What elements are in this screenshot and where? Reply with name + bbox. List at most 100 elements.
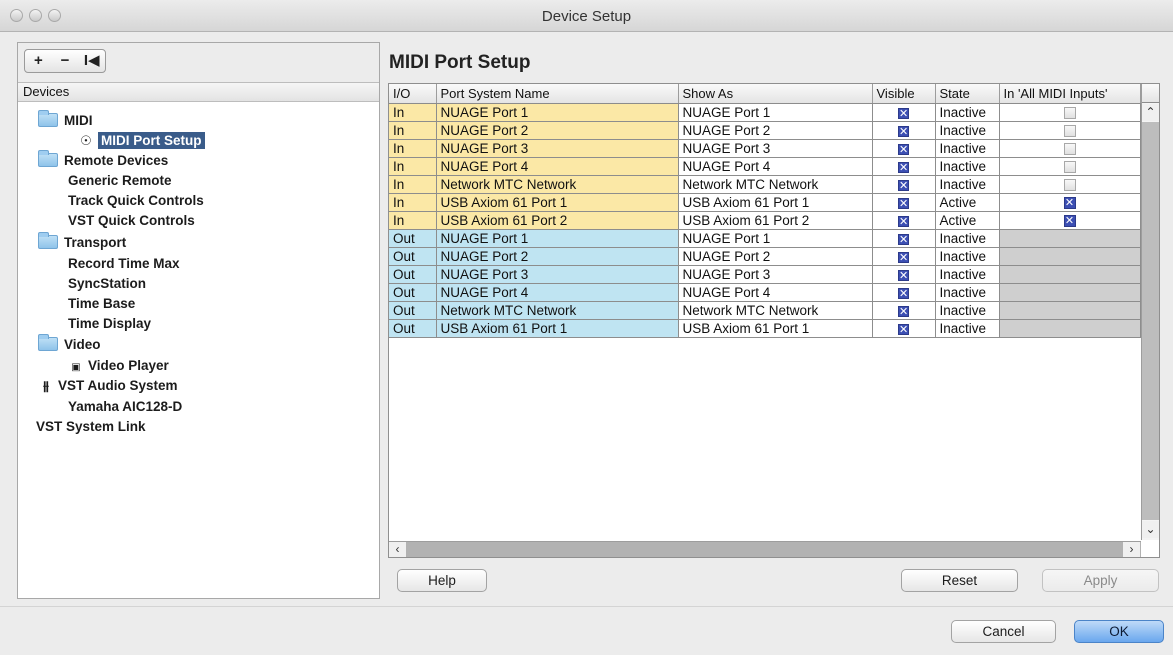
visible-checkbox[interactable]: ✕ <box>898 287 909 299</box>
tree-item-vst-system-link[interactable]: VST System Link <box>36 417 146 437</box>
visible-checkbox[interactable]: ✕ <box>898 215 909 227</box>
all-midi-inputs-cell <box>999 175 1141 194</box>
scroll-left-icon[interactable]: ‹ <box>389 542 406 557</box>
io-cell: Out <box>389 247 437 266</box>
tree-item-yamaha-aic128-d[interactable]: Yamaha AIC128-D <box>68 397 182 417</box>
tree-item-transport[interactable]: Transport <box>38 232 126 253</box>
show-as-cell[interactable]: USB Axiom 61 Port 2 <box>678 211 873 230</box>
all-midi-inputs-checkbox[interactable] <box>1063 160 1076 173</box>
devices-header[interactable]: Devices <box>18 83 379 102</box>
visible-checkbox[interactable]: ✕ <box>898 179 909 191</box>
tree-item-midi[interactable]: MIDI <box>38 110 93 131</box>
io-cell: In <box>389 157 437 176</box>
column-header-state[interactable]: State <box>935 84 1000 104</box>
device-toolbar-group: + − I◀ <box>24 49 106 73</box>
show-as-cell[interactable]: USB Axiom 61 Port 1 <box>678 193 873 212</box>
all-midi-inputs-cell <box>999 121 1141 140</box>
state-cell: Inactive <box>935 139 1000 158</box>
show-as-cell[interactable]: NUAGE Port 1 <box>678 103 873 122</box>
tree-item-generic-remote[interactable]: Generic Remote <box>68 171 172 191</box>
table-row[interactable]: Out NUAGE Port 1 NUAGE Port 1 ✕ Inactive <box>389 229 1141 248</box>
tree-item-time-display[interactable]: Time Display <box>68 314 151 334</box>
tree-item-midi-port-setup[interactable]: ☉ MIDI Port Setup <box>78 131 205 151</box>
vertical-scrollbar[interactable]: ⌃ ⌄ <box>1141 84 1159 540</box>
visible-cell: ✕ <box>872 121 936 140</box>
apply-button[interactable]: Apply <box>1042 569 1159 592</box>
port-system-name-cell: USB Axiom 61 Port 1 <box>436 319 679 338</box>
tree-item-label: Generic Remote <box>68 173 172 188</box>
table-row[interactable]: Out NUAGE Port 3 NUAGE Port 3 ✕ Inactive <box>389 265 1141 284</box>
show-as-cell[interactable]: NUAGE Port 4 <box>678 157 873 176</box>
add-device-button[interactable]: + <box>25 50 52 72</box>
scroll-up-icon[interactable]: ⌃ <box>1142 104 1159 121</box>
scroll-down-icon[interactable]: ⌄ <box>1142 521 1159 538</box>
table-row[interactable]: In NUAGE Port 3 NUAGE Port 3 ✕ Inactive <box>389 139 1141 158</box>
all-midi-inputs-checkbox[interactable] <box>1063 124 1076 137</box>
show-as-cell[interactable]: NUAGE Port 3 <box>678 265 873 284</box>
all-midi-inputs-checkbox[interactable] <box>1063 142 1076 155</box>
show-as-cell[interactable]: NUAGE Port 2 <box>678 247 873 266</box>
horizontal-scrollbar[interactable]: ‹ › <box>389 541 1141 557</box>
visible-checkbox[interactable]: ✕ <box>898 125 909 137</box>
column-header-all-midi-inputs[interactable]: In 'All MIDI Inputs' <box>999 84 1141 104</box>
table-row[interactable]: In USB Axiom 61 Port 2 USB Axiom 61 Port 2… <box>389 211 1141 230</box>
visible-checkbox[interactable]: ✕ <box>898 323 909 335</box>
all-midi-inputs-cell <box>999 301 1141 320</box>
tree-item-remote-devices[interactable]: Remote Devices <box>38 150 168 171</box>
visible-checkbox[interactable]: ✕ <box>898 233 909 245</box>
help-button[interactable]: Help <box>397 569 487 592</box>
visible-checkbox[interactable]: ✕ <box>898 251 909 263</box>
tree-item-label: SyncStation <box>68 276 147 291</box>
all-midi-inputs-checkbox[interactable]: ✕ <box>1063 214 1076 227</box>
ok-button[interactable]: OK <box>1074 620 1164 643</box>
reset-device-button[interactable]: I◀ <box>78 50 105 72</box>
column-header-port-system-name[interactable]: Port System Name <box>436 84 679 104</box>
show-as-cell[interactable]: NUAGE Port 4 <box>678 283 873 302</box>
tree-item-vst-quick-controls[interactable]: VST Quick Controls <box>68 211 195 231</box>
tree-item-syncstation[interactable]: SyncStation <box>68 274 146 294</box>
visible-checkbox[interactable]: ✕ <box>898 161 909 173</box>
visible-cell: ✕ <box>872 301 936 320</box>
show-as-cell[interactable]: Network MTC Network <box>678 175 873 194</box>
remove-device-button[interactable]: − <box>52 50 79 72</box>
visible-checkbox[interactable]: ✕ <box>898 305 909 317</box>
tree-item-label: Yamaha AIC128-D <box>68 399 183 414</box>
visible-checkbox[interactable]: ✕ <box>898 197 909 209</box>
table-row[interactable]: In Network MTC Network Network MTC Network… <box>389 175 1141 194</box>
reset-button[interactable]: Reset <box>901 569 1018 592</box>
tree-item-track-quick-controls[interactable]: Track Quick Controls <box>68 191 204 211</box>
all-midi-inputs-checkbox[interactable] <box>1063 106 1076 119</box>
all-midi-inputs-cell <box>999 247 1141 266</box>
table-row[interactable]: In NUAGE Port 1 NUAGE Port 1 ✕ Inactive <box>389 103 1141 122</box>
show-as-cell[interactable]: NUAGE Port 3 <box>678 139 873 158</box>
column-header-io[interactable]: I/O <box>389 84 437 104</box>
table-row[interactable]: In USB Axiom 61 Port 1 USB Axiom 61 Port 1… <box>389 193 1141 212</box>
table-row[interactable]: In NUAGE Port 4 NUAGE Port 4 ✕ Inactive <box>389 157 1141 176</box>
table-row[interactable]: Out NUAGE Port 2 NUAGE Port 2 ✕ Inactive <box>389 247 1141 266</box>
column-header-show-as[interactable]: Show As <box>678 84 873 104</box>
table-row[interactable]: In NUAGE Port 2 NUAGE Port 2 ✕ Inactive <box>389 121 1141 140</box>
table-row[interactable]: Out Network MTC Network Network MTC Networ… <box>389 301 1141 320</box>
visible-checkbox[interactable]: ✕ <box>898 143 909 155</box>
tree-item-record-time-max[interactable]: Record Time Max <box>68 254 180 274</box>
state-cell: Inactive <box>935 265 1000 284</box>
show-as-cell[interactable]: NUAGE Port 2 <box>678 121 873 140</box>
device-list-panel: + − I◀ Devices MIDI ☉ MIDI Port Setup Remot… <box>17 42 380 599</box>
all-midi-inputs-checkbox[interactable]: ✕ <box>1063 196 1076 209</box>
column-header-visible[interactable]: Visible <box>872 84 936 104</box>
visible-checkbox[interactable]: ✕ <box>898 269 909 281</box>
tree-item-video-player[interactable]: ▣ Video Player <box>68 356 169 376</box>
tree-item-time-base[interactable]: Time Base <box>68 294 135 314</box>
tree-item-vst-audio-system[interactable]: ⫵ VST Audio System <box>38 376 178 396</box>
show-as-cell[interactable]: Network MTC Network <box>678 301 873 320</box>
scroll-right-icon[interactable]: › <box>1123 542 1140 557</box>
show-as-cell[interactable]: USB Axiom 61 Port 1 <box>678 319 873 338</box>
table-row[interactable]: Out USB Axiom 61 Port 1 USB Axiom 61 Port … <box>389 319 1141 338</box>
vertical-scroll-track[interactable] <box>1142 122 1159 520</box>
tree-item-video[interactable]: Video <box>38 334 101 355</box>
visible-checkbox[interactable]: ✕ <box>898 107 909 119</box>
all-midi-inputs-checkbox[interactable] <box>1063 178 1076 191</box>
table-row[interactable]: Out NUAGE Port 4 NUAGE Port 4 ✕ Inactive <box>389 283 1141 302</box>
show-as-cell[interactable]: NUAGE Port 1 <box>678 229 873 248</box>
cancel-button[interactable]: Cancel <box>951 620 1056 643</box>
